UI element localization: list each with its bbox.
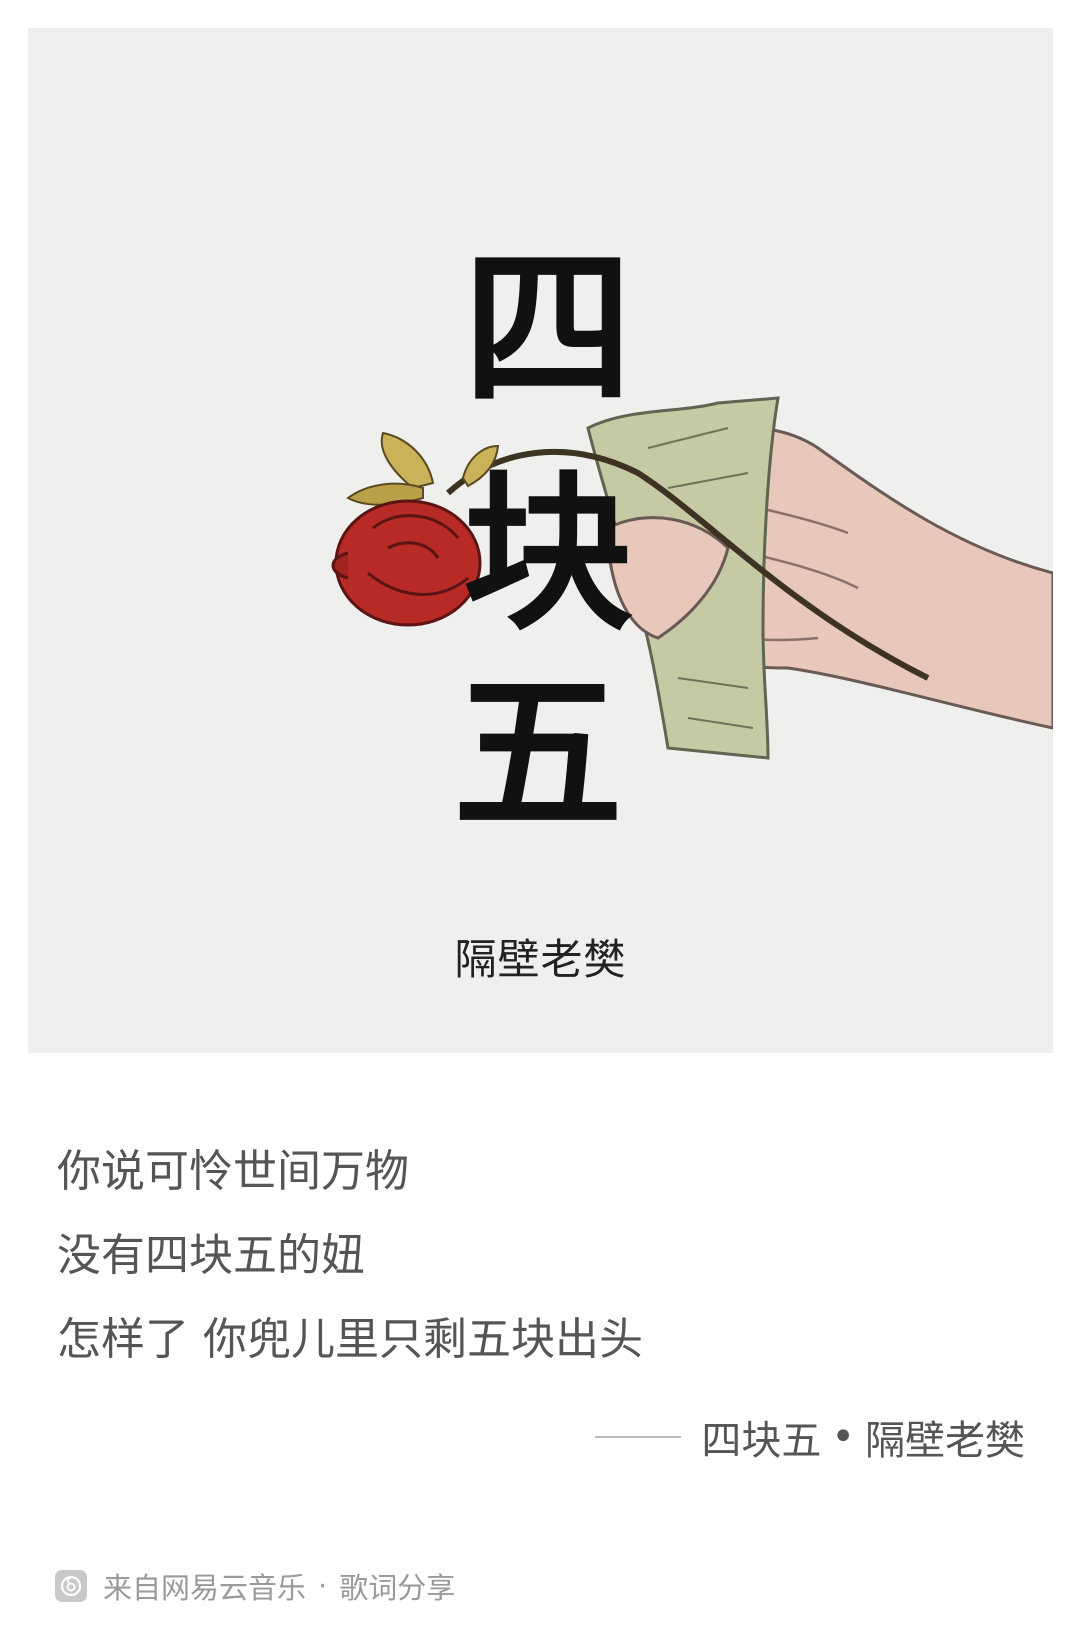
lyric-line: 你说可怜世间万物: [57, 1146, 409, 1197]
title-char-3: 五: [453, 654, 623, 854]
share-footer: 来自网易云音乐 · 歌词分享: [55, 1565, 455, 1607]
credit-divider: [595, 1436, 682, 1438]
credit-song: 四块五: [701, 1418, 822, 1464]
album-cover: 四 块 五 隔壁老樊: [28, 28, 1053, 1053]
netease-cloud-music-icon: [55, 1570, 87, 1602]
credit-artist: 隔壁老樊: [865, 1418, 1025, 1464]
album-illustration: 四 块 五: [331, 229, 1053, 854]
footer-source: 来自网易云音乐: [103, 1571, 307, 1605]
rose-illustration: [331, 499, 482, 627]
song-credit: 四块五 • 隔壁老樊: [595, 1408, 1025, 1466]
footer-separator: ·: [318, 1569, 328, 1603]
lyric-line: 没有四块五的妞: [57, 1230, 365, 1281]
title-char-1: 四: [463, 229, 633, 429]
lyrics-block: 你说可怜世间万物 没有四块五的妞 怎样了 你兜儿里只剩五块出头: [57, 1130, 643, 1382]
lyric-line: 怎样了 你兜儿里只剩五块出头: [57, 1314, 643, 1365]
title-char-2: 块: [463, 454, 633, 654]
credit-separator: •: [831, 1414, 855, 1460]
footer-feature: 歌词分享: [339, 1571, 456, 1605]
rose-leaf: [380, 431, 435, 490]
album-artist: 隔壁老樊: [454, 935, 627, 984]
